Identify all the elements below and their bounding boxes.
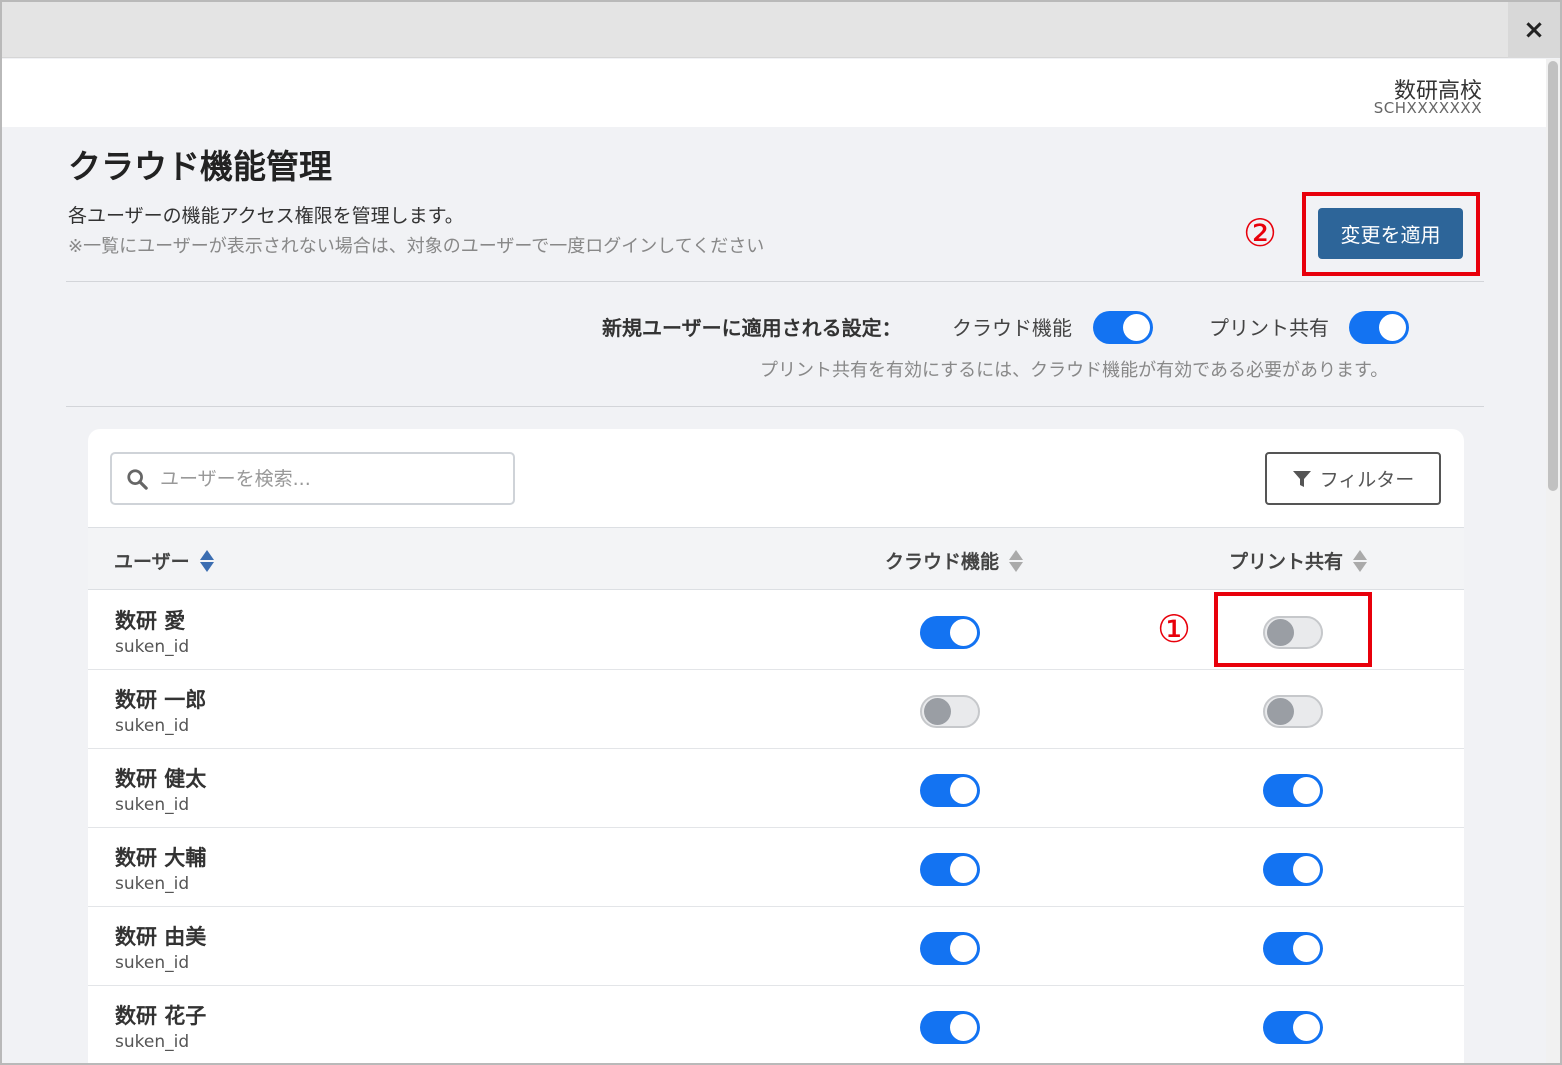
user-id: suken_id: [115, 795, 190, 815]
column-header-print[interactable]: プリント共有: [1229, 547, 1368, 574]
print-toggle[interactable]: [1263, 932, 1323, 965]
defaults-label: 新規ユーザーに適用される設定：: [602, 316, 902, 340]
user-name: 数研 健太: [115, 767, 207, 791]
cloud-toggle[interactable]: [920, 1011, 980, 1044]
default-print-toggle[interactable]: [1349, 311, 1409, 344]
search-box: [110, 452, 515, 505]
default-cloud-label: クラウド機能: [952, 316, 1072, 340]
filter-button[interactable]: フィルター: [1265, 452, 1441, 505]
table-row: 数研 一郎 suken_id: [88, 670, 1464, 749]
search-icon: [127, 469, 148, 490]
cloud-toggle[interactable]: [920, 853, 980, 886]
print-toggle[interactable]: [1263, 853, 1323, 886]
annotation-marker-2: ②: [1243, 211, 1278, 255]
table-row: 数研 花子 suken_id: [88, 986, 1464, 1063]
apply-changes-button[interactable]: 変更を適用: [1318, 208, 1463, 259]
table-row: 数研 由美 suken_id: [88, 907, 1464, 986]
filter-label: フィルター: [1319, 469, 1415, 491]
sort-icon[interactable]: [1009, 549, 1024, 572]
print-toggle[interactable]: [1263, 774, 1323, 807]
user-id: suken_id: [115, 953, 190, 973]
column-header-print-label: プリント共有: [1229, 551, 1344, 573]
sort-icon[interactable]: [199, 549, 214, 572]
org-code: SCHXXXXXXX: [1373, 99, 1482, 117]
print-toggle[interactable]: [1263, 695, 1323, 728]
divider: [66, 406, 1484, 407]
page-description: 各ユーザーの機能アクセス権限を管理します。: [68, 205, 464, 227]
cloud-toggle[interactable]: [920, 774, 980, 807]
dialog-window: × 数研高校 SCHXXXXXXX クラウド機能管理 各ユーザーの機能アクセス権…: [0, 0, 1562, 1065]
user-name: 数研 愛: [115, 609, 186, 633]
column-header-cloud-label: クラウド機能: [885, 551, 1000, 573]
user-name: 数研 一郎: [115, 688, 207, 712]
user-name: 数研 花子: [115, 1004, 207, 1028]
table-row: 数研 愛 suken_id: [88, 591, 1464, 670]
vertical-scrollbar[interactable]: [1546, 59, 1560, 1063]
user-id: suken_id: [115, 1032, 190, 1052]
cloud-toggle[interactable]: [920, 695, 980, 728]
column-header-cloud[interactable]: クラウド機能: [885, 547, 1024, 574]
page-title: クラウド機能管理: [68, 147, 332, 186]
divider: [66, 281, 1484, 282]
column-header-user[interactable]: ユーザー: [114, 547, 214, 574]
annotation-marker-1: ①: [1157, 607, 1192, 651]
user-id: suken_id: [115, 716, 190, 736]
filter-icon: [1292, 470, 1311, 487]
scrollbar-thumb[interactable]: [1548, 61, 1558, 491]
user-table-card: フィルター ユーザー クラウド機能 プリント共有 数研 愛 suken_id 数…: [88, 429, 1464, 1063]
cloud-toggle[interactable]: [920, 616, 980, 649]
default-print-label: プリント共有: [1209, 316, 1329, 340]
user-id: suken_id: [115, 874, 190, 894]
user-id: suken_id: [115, 637, 190, 657]
print-toggle[interactable]: [1263, 1011, 1323, 1044]
cloud-toggle[interactable]: [920, 932, 980, 965]
search-input[interactable]: [160, 464, 500, 494]
sort-icon[interactable]: [1353, 549, 1368, 572]
user-name: 数研 由美: [115, 925, 207, 949]
user-name: 数研 大輔: [115, 846, 207, 870]
default-cloud-toggle[interactable]: [1093, 311, 1153, 344]
defaults-note: プリント共有を有効にするには、クラウド機能が有効である必要があります。: [760, 360, 1389, 381]
table-header: ユーザー クラウド機能 プリント共有: [88, 527, 1464, 590]
title-bar: ×: [2, 2, 1560, 58]
page-note: ※一覧にユーザーが表示されない場合は、対象のユーザーで一度ログインしてください: [68, 236, 765, 257]
table-row: 数研 大輔 suken_id: [88, 828, 1464, 907]
org-header: 数研高校 SCHXXXXXXX: [2, 59, 1547, 127]
close-button[interactable]: ×: [1508, 2, 1560, 58]
print-toggle[interactable]: [1263, 616, 1323, 649]
table-row: 数研 健太 suken_id: [88, 749, 1464, 828]
column-header-user-label: ユーザー: [114, 551, 190, 573]
